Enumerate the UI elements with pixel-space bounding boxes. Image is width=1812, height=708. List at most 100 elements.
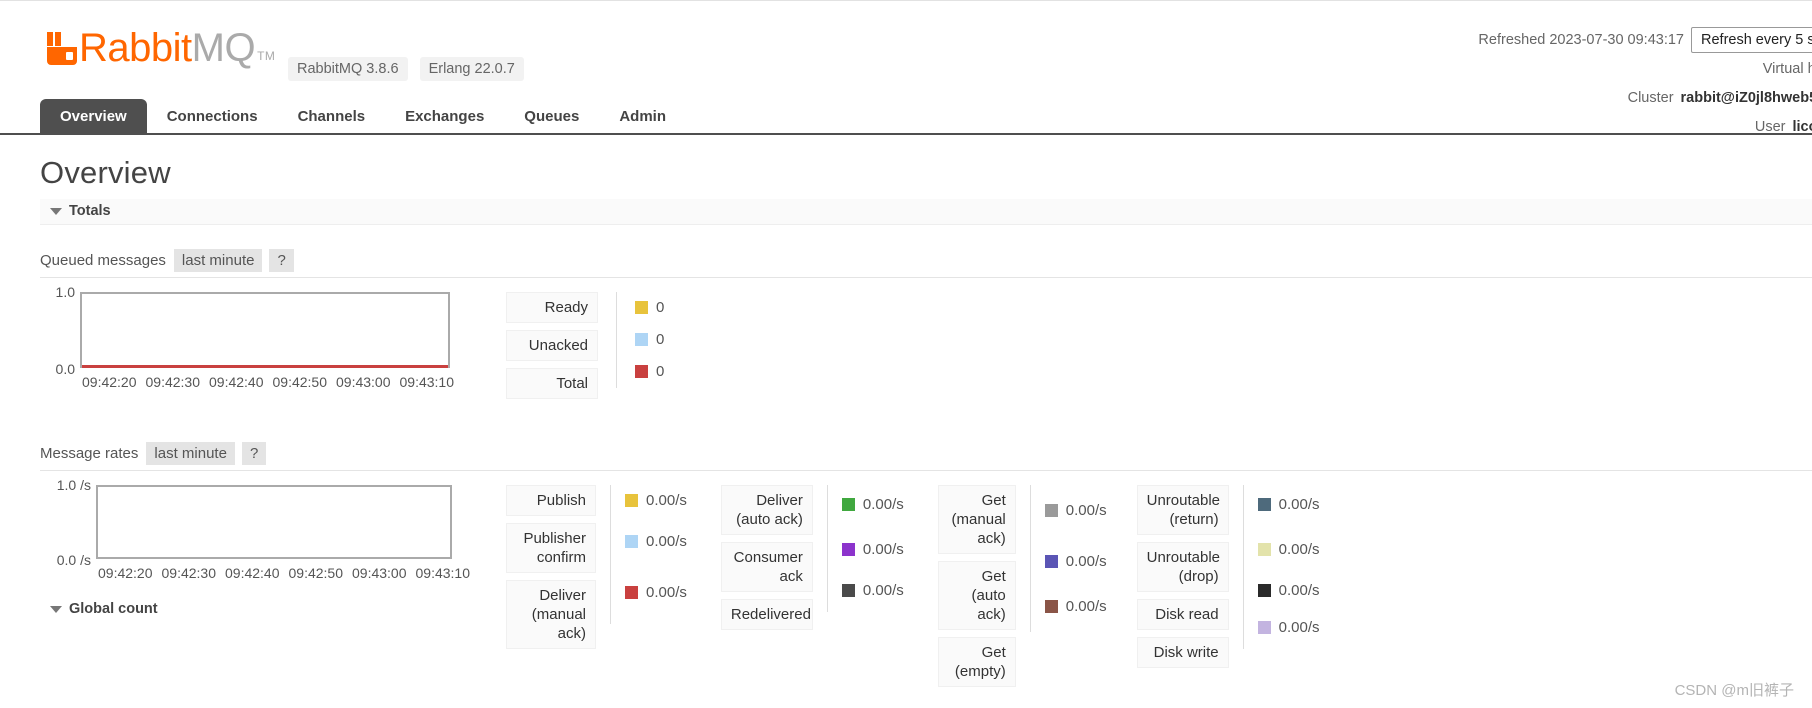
- legend-value-get-empty: 0.00/s: [1065, 597, 1107, 615]
- legend-label-consumer-ack[interactable]: Consumer ack: [720, 542, 813, 592]
- logo-text-rabbit: Rabbit: [79, 26, 192, 70]
- tab-queues[interactable]: Queues: [504, 99, 599, 135]
- legend-label-total[interactable]: Total: [506, 368, 598, 399]
- queued-messages-graph: 1.0 0.0 09:42:20 09:42:30 09:42:40 09:42…: [40, 284, 454, 390]
- legend-value-publish: 0.00/s: [646, 491, 687, 509]
- legend-value-disk-write-row: 0.00/s: [1257, 612, 1320, 642]
- legend-value-disk-write: 0.00/s: [1278, 618, 1320, 636]
- legend-label-unacked[interactable]: Unacked: [506, 330, 598, 361]
- x-tick: 09:42:20: [82, 374, 137, 390]
- swatch-total-icon: [635, 365, 648, 378]
- x-tick: 09:43:00: [336, 374, 391, 390]
- legend-value-publish-row: 0.00/s: [625, 485, 687, 515]
- swatch-get-empty-icon: [1044, 599, 1058, 613]
- collapse-caret-icon: [50, 207, 62, 215]
- legend-value-publisher-confirm: 0.00/s: [646, 532, 687, 550]
- x-tick: 09:43:00: [352, 565, 407, 581]
- message-rates-title-row: Message rates last minute ?: [40, 442, 1812, 471]
- legend-value-publisher-confirm-row: 0.00/s: [625, 522, 687, 560]
- queued-messages-title-row: Queued messages last minute ?: [40, 249, 1812, 278]
- legend-value-ready: 0: [656, 299, 665, 316]
- message-rates-graph: 1.0 /s 0.0 /s 09:42:20 09:42:30 09:42:40…: [40, 477, 471, 581]
- legend-value-unroutable-return: 0.00/s: [1278, 495, 1320, 513]
- legend-value-deliver-manual-ack: 0.00/s: [646, 583, 687, 601]
- swatch-unroutable-return-icon: [1257, 497, 1271, 511]
- message-rates-plot-area: [96, 485, 452, 559]
- csdn-watermark: CSDN @m旧裤子: [1674, 682, 1794, 699]
- x-tick: 09:42:20: [98, 565, 153, 581]
- legend-value-unacked: 0: [656, 331, 665, 348]
- swatch-disk-write-icon: [1257, 620, 1271, 634]
- message-rates-chart-row: 1.0 /s 0.0 /s 09:42:20 09:42:30 09:42:40…: [40, 477, 1812, 694]
- logo-text-mq: MQ: [191, 26, 256, 70]
- tab-exchanges[interactable]: Exchanges: [385, 99, 504, 135]
- queued-messages-title: Queued messages: [40, 252, 166, 269]
- legend-label-disk-read[interactable]: Disk read: [1136, 599, 1229, 630]
- legend-label-redelivered[interactable]: Redelivered: [720, 599, 813, 630]
- legend-value-unacked-row: 0: [635, 324, 664, 355]
- queued-messages-x-axis: 09:42:20 09:42:30 09:42:40 09:42:50 09:4…: [80, 374, 454, 390]
- legend-value-unroutable-return-row: 0.00/s: [1257, 485, 1320, 523]
- legend-value-disk-read: 0.00/s: [1278, 581, 1320, 599]
- legend-label-get-empty[interactable]: Get (empty): [937, 637, 1016, 687]
- swatch-disk-read-icon: [1257, 583, 1271, 597]
- rabbitmq-management-page: Rabbit MQ TM RabbitMQ 3.8.6 Erlang 22.0.…: [0, 0, 1812, 708]
- legend-label-publish[interactable]: Publish: [506, 485, 596, 516]
- main-content: Overview Totals Queued messages last min…: [0, 137, 1812, 694]
- rabbitmq-version-badge: RabbitMQ 3.8.6: [288, 57, 408, 81]
- queued-messages-legend: Ready Unacked Total 0 0 0: [506, 292, 664, 406]
- legend-value-unroutable-drop: 0.00/s: [1278, 540, 1320, 558]
- message-rates-legend-col-1: Publish Publisher confirm Deliver (manua…: [506, 485, 687, 656]
- tab-channels[interactable]: Channels: [278, 99, 386, 135]
- tab-connections[interactable]: Connections: [147, 99, 278, 135]
- legend-label-deliver-auto-ack[interactable]: Deliver (auto ack): [720, 485, 813, 535]
- message-rates-title: Message rates: [40, 445, 139, 462]
- x-tick: 09:43:10: [415, 565, 471, 581]
- global-counts-section-header[interactable]: Global count: [40, 601, 158, 617]
- legend-label-deliver-manual-ack[interactable]: Deliver (manual ack): [506, 580, 596, 649]
- queued-messages-plot-area: [80, 292, 450, 368]
- legend-value-redelivered-row: 0.00/s: [841, 575, 904, 605]
- legend-value-unroutable-drop-row: 0.00/s: [1257, 530, 1320, 568]
- x-tick: 09:42:50: [288, 565, 344, 581]
- swatch-unroutable-drop-icon: [1257, 542, 1271, 556]
- legend-value-get-manual-ack: 0.00/s: [1065, 501, 1107, 519]
- legend-value-get-auto-ack-row: 0.00/s: [1044, 542, 1107, 580]
- collapse-caret-icon: [50, 605, 62, 613]
- tab-overview[interactable]: Overview: [40, 99, 147, 135]
- queued-messages-help-icon[interactable]: ?: [269, 249, 294, 272]
- queued-messages-y-axis: 1.0 0.0: [40, 284, 80, 377]
- message-rates-range-tab[interactable]: last minute: [146, 442, 235, 465]
- message-rates-help-icon[interactable]: ?: [241, 442, 267, 465]
- legend-label-get-auto-ack[interactable]: Get (auto ack): [937, 561, 1016, 630]
- y-tick-bottom: 0.0: [55, 361, 75, 377]
- rabbitmq-logo[interactable]: Rabbit MQ TM: [47, 28, 275, 68]
- swatch-consumer-ack-icon: [841, 542, 855, 556]
- swatch-unacked-icon: [635, 333, 648, 346]
- legend-label-get-manual-ack[interactable]: Get (manual ack): [937, 485, 1016, 554]
- y-tick-bottom: 0.0 /s: [56, 552, 91, 568]
- tab-admin[interactable]: Admin: [599, 99, 686, 135]
- main-navigation: Overview Connections Channels Exchanges …: [0, 99, 1812, 135]
- legend-value-deliver-manual-ack-row: 0.00/s: [625, 567, 687, 617]
- page-title: Overview: [40, 155, 171, 190]
- legend-label-unroutable-return[interactable]: Unroutable (return): [1136, 485, 1229, 535]
- refresh-interval-select[interactable]: Refresh every 5 seconds: [1691, 26, 1812, 53]
- totals-section-header[interactable]: Totals: [40, 199, 1812, 225]
- queued-messages-range-tab[interactable]: last minute: [173, 249, 263, 272]
- swatch-publish-icon: [625, 493, 638, 507]
- swatch-ready-icon: [635, 301, 648, 314]
- legend-label-publisher-confirm[interactable]: Publisher confirm: [506, 523, 596, 573]
- legend-label-disk-write[interactable]: Disk write: [1136, 637, 1229, 668]
- legend-value-get-auto-ack: 0.00/s: [1065, 552, 1107, 570]
- refresh-row: Refreshed 2023-07-30 09:43:17 Refresh ev…: [1478, 26, 1812, 53]
- queued-messages-chart-row: 1.0 0.0 09:42:20 09:42:30 09:42:40 09:42…: [40, 284, 1812, 406]
- x-tick: 09:42:40: [225, 565, 280, 581]
- rabbitmq-logo-icon: [47, 32, 77, 65]
- message-rates-legend-col-2: Deliver (auto ack) Consumer ack Redelive…: [720, 485, 904, 637]
- legend-label-unroutable-drop[interactable]: Unroutable (drop): [1136, 542, 1229, 592]
- y-tick-top: 1.0: [55, 284, 75, 300]
- x-tick: 09:42:30: [161, 565, 217, 581]
- legend-label-ready[interactable]: Ready: [506, 292, 598, 323]
- swatch-deliver-auto-ack-icon: [841, 497, 855, 511]
